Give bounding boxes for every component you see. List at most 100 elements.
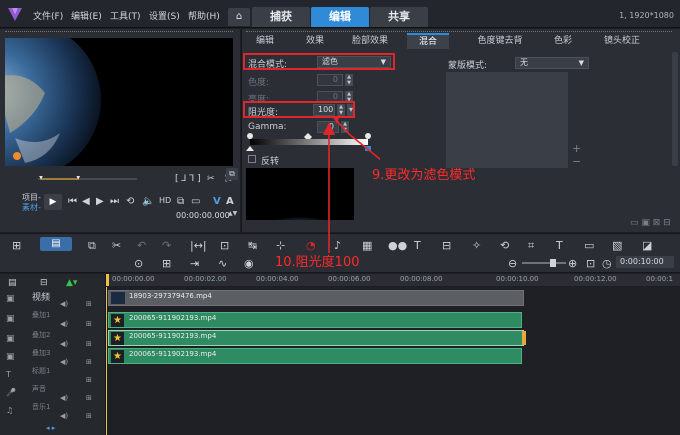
- track-mute-icon[interactable]: ◀): [60, 300, 68, 308]
- hue-field[interactable]: 0: [317, 74, 343, 86]
- playhead[interactable]: [106, 274, 109, 286]
- clock-icon[interactable]: ◷: [602, 257, 612, 270]
- audio-wave-icon[interactable]: ∿: [218, 257, 227, 270]
- track-options-icon[interactable]: ⊟: [40, 278, 48, 288]
- remove-mask-icon[interactable]: −: [572, 155, 581, 168]
- zoom-slider-thumb[interactable]: [550, 259, 556, 267]
- home-icon[interactable]: ⌂: [228, 8, 250, 26]
- zoom-slider[interactable]: [522, 262, 566, 264]
- preview-timecode[interactable]: 00:00:00.000: [176, 211, 230, 220]
- next-frame-icon[interactable]: ▶: [96, 196, 104, 207]
- track-mute-icon[interactable]: ◀): [60, 320, 68, 328]
- menu-file[interactable]: 文件(F): [33, 9, 63, 22]
- panel-options-icons[interactable]: ▭ ▣ ⊠ ⊟: [630, 218, 671, 228]
- insert-media-icon[interactable]: ⊞: [162, 257, 171, 270]
- clip-trim-handle[interactable]: [522, 331, 526, 345]
- split-screen-icon[interactable]: ⊟: [442, 239, 451, 252]
- storyboard-view-icon[interactable]: ⊞: [12, 239, 21, 252]
- menu-tools[interactable]: 工具(T): [110, 9, 141, 22]
- go-start-icon[interactable]: ⏮: [68, 196, 77, 207]
- rotate-icon[interactable]: ⟲: [500, 239, 509, 252]
- timeline-ruler[interactable]: 00:00:00.00 00:00:02.00 00:00:04.00 00:0…: [106, 274, 680, 286]
- track-video[interactable]: ▣ 视频 ◀) ⊞: [0, 290, 106, 308]
- timecode-spinner[interactable]: ▲▼: [228, 210, 237, 217]
- track-lock-icon[interactable]: ⊞: [86, 376, 92, 384]
- track-title1[interactable]: T 标题1 ⊞: [0, 366, 106, 384]
- subtab-lens[interactable]: 镜头校正: [591, 33, 653, 49]
- zoom-out-icon[interactable]: ⊖: [508, 257, 517, 270]
- motion-icon[interactable]: ↹: [248, 239, 257, 252]
- menu-edit[interactable]: 编辑(E): [71, 9, 102, 22]
- preview-range-icon[interactable]: ⇥: [190, 257, 199, 270]
- text-tool-icon[interactable]: T: [556, 239, 563, 252]
- timeline-nav-icons[interactable]: ◂ ▸: [46, 424, 55, 432]
- track-lock-icon[interactable]: ⊞: [86, 320, 92, 328]
- track-mute-icon[interactable]: ◀): [60, 340, 68, 348]
- motion-track-icon[interactable]: ✧: [472, 239, 481, 252]
- record-voice-icon[interactable]: ◉: [244, 257, 254, 270]
- subtab-effect[interactable]: 效果: [295, 33, 335, 49]
- timeline-view-button[interactable]: ▤: [40, 237, 72, 251]
- subtab-color[interactable]: 色彩: [543, 33, 583, 49]
- split-clip-icon[interactable]: ✂: [207, 174, 215, 184]
- snapshot-icon[interactable]: ⧉: [177, 196, 184, 207]
- track-lock-icon[interactable]: ⊞: [86, 300, 92, 308]
- volume-icon[interactable]: 🔈: [142, 196, 154, 207]
- subtab-edit[interactable]: 编辑: [245, 33, 285, 49]
- timeline-timecode[interactable]: 0:00:10:00: [616, 256, 674, 268]
- track-mute-icon[interactable]: ◀): [60, 412, 68, 420]
- tab-capture[interactable]: 捕获: [252, 7, 310, 27]
- menu-settings[interactable]: 设置(S): [149, 9, 180, 22]
- effects-scrollbar[interactable]: [672, 52, 678, 166]
- fit-icon[interactable]: |↔|: [190, 239, 207, 252]
- cut-icon[interactable]: ✂: [112, 239, 121, 252]
- track-overlay3[interactable]: ▣ 叠加3 ◀) ⊞: [0, 348, 106, 366]
- subtab-blend[interactable]: 混合: [407, 33, 449, 49]
- ratio-icon[interactable]: ▭: [191, 196, 200, 207]
- clip-options-icon[interactable]: ⊙: [134, 257, 143, 270]
- subtab-face[interactable]: 脸部效果: [341, 33, 399, 49]
- title-icon[interactable]: T: [414, 239, 421, 252]
- clip-overlay2[interactable]: ★ 200065-911902193.mp4: [108, 330, 526, 346]
- menu-help[interactable]: 帮助(H): [188, 9, 220, 22]
- hd-icon[interactable]: HD: [159, 196, 171, 205]
- track-manager-icon[interactable]: ⧉: [88, 239, 96, 253]
- subtab-chroma-key[interactable]: 色度键去背: [469, 33, 531, 49]
- zoom-in-icon[interactable]: ⊕: [568, 257, 577, 270]
- track-overlay1[interactable]: ▣ 叠加1 ◀) ⊞: [0, 310, 106, 328]
- record-icon[interactable]: ⊡: [220, 239, 229, 252]
- prev-frame-icon[interactable]: ◀: [82, 196, 90, 207]
- crop-icon[interactable]: ⌗: [528, 239, 534, 253]
- add-mask-icon[interactable]: +: [572, 142, 581, 155]
- track-lock-icon[interactable]: ⊞: [86, 358, 92, 366]
- tab-share[interactable]: 共享: [370, 7, 428, 27]
- redo-icon[interactable]: ↷: [162, 239, 171, 252]
- repeat-icon[interactable]: ⟲: [126, 196, 134, 207]
- invert-checkbox[interactable]: [248, 155, 256, 163]
- track-music1[interactable]: ♫ 音乐1 ◀) ⊞: [0, 402, 106, 420]
- mask-tool-icon[interactable]: ▧: [612, 239, 622, 252]
- track-lock-icon[interactable]: ⊞: [86, 412, 92, 420]
- color-icon[interactable]: ●●: [388, 239, 407, 252]
- track-mute-icon[interactable]: ◀): [60, 394, 68, 402]
- track-voice[interactable]: 🎤 声音 ◀) ⊞: [0, 384, 106, 402]
- go-end-icon[interactable]: ⏭: [110, 196, 119, 207]
- fit-project-icon[interactable]: ⊡: [586, 257, 595, 270]
- thumbnail-toggle-icon[interactable]: ⧉: [226, 168, 238, 180]
- add-track-icon[interactable]: ▲▾: [66, 278, 77, 288]
- play-button[interactable]: ▶: [44, 194, 62, 210]
- subtitle-icon[interactable]: ▭: [584, 239, 594, 252]
- clip-overlay3[interactable]: ★ 200065-911902193.mp4: [108, 348, 522, 364]
- hue-spinner[interactable]: ▲ ▼: [345, 74, 353, 86]
- undo-icon[interactable]: ↶: [137, 239, 146, 252]
- video-toggle[interactable]: V: [213, 196, 221, 207]
- tab-edit[interactable]: 编辑: [311, 7, 369, 27]
- trim-markers-icon[interactable]: [ ⅃ ⅂ ]: [175, 174, 201, 184]
- clip-video[interactable]: 18903-297379476.mp4: [108, 290, 524, 306]
- track-overlay2[interactable]: ▣ 叠加2 ◀) ⊞: [0, 330, 106, 348]
- clip-overlay1[interactable]: ★ 200065-911902193.mp4: [108, 312, 522, 328]
- track-lock-icon[interactable]: ⊞: [86, 340, 92, 348]
- mode-clip[interactable]: 素材-: [22, 202, 41, 213]
- track-view-icon[interactable]: ▤: [8, 278, 17, 288]
- mask-mode-select[interactable]: 无 ▼: [515, 57, 589, 69]
